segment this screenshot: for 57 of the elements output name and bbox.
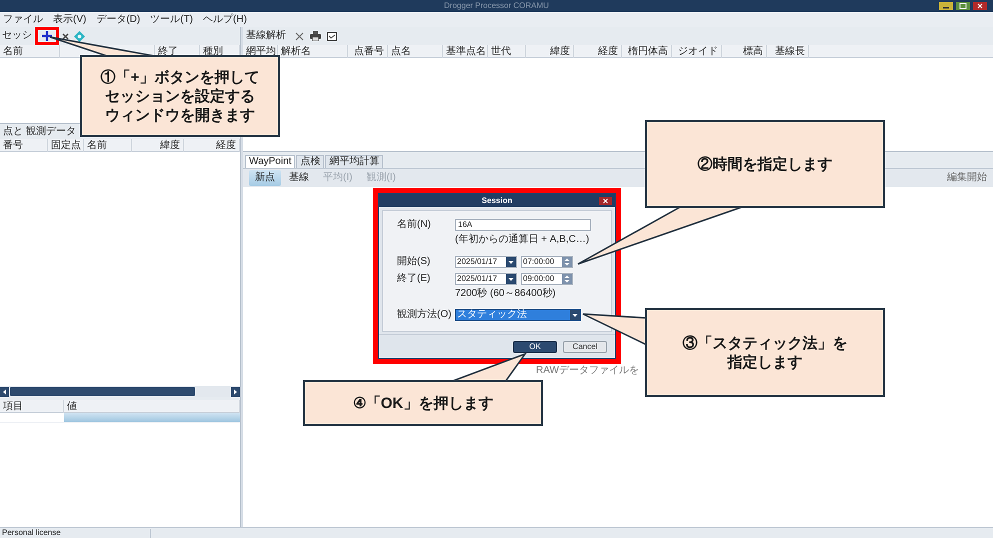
scroll-left-button[interactable] — [0, 386, 9, 396]
edit-start-button[interactable]: 編集開始 — [947, 172, 987, 184]
panel-title: 基線解析 — [246, 30, 286, 42]
field-label: 開始(S) — [397, 256, 432, 268]
callout-text: ③「スタティック法」を — [682, 334, 848, 352]
menu-item[interactable]: ファイル — [3, 14, 43, 26]
toolbar-button[interactable]: 新点 — [249, 170, 281, 186]
panel-title: 点と 観測データ — [3, 126, 76, 138]
method-select[interactable]: スタティック法 — [455, 308, 581, 320]
tab[interactable]: 網平均計算 — [325, 155, 384, 168]
dialog-title: Session — [482, 196, 512, 206]
toolbar-button[interactable]: 基線 — [283, 170, 315, 186]
callout-text: ①「+」ボタンを押して — [100, 68, 260, 86]
menu-item[interactable]: ツール(T) — [150, 14, 194, 26]
tab[interactable]: 点検 — [296, 155, 324, 168]
dropdown-icon — [506, 256, 516, 266]
plus-icon — [42, 31, 52, 41]
window-title: Drogger Processor CORAMU — [444, 1, 549, 11]
callout-text: ④「OK」を押します — [352, 394, 494, 412]
status-text: Personal license — [1, 528, 62, 538]
close-button[interactable] — [973, 2, 987, 10]
spinner-icon — [562, 274, 572, 284]
field-label: 観測方法(O) — [397, 308, 452, 320]
add-button[interactable] — [35, 27, 59, 45]
dropdown-icon — [570, 310, 580, 320]
scrollbar-thumb[interactable] — [10, 387, 195, 396]
panel-title: セッシ — [2, 30, 32, 42]
hint-text: RAWデータファイルを — [536, 365, 639, 377]
field-label: 終了(E) — [397, 272, 432, 284]
menu-item[interactable]: ヘルプ(H) — [203, 14, 247, 26]
minimize-button[interactable] — [939, 2, 953, 10]
callout-text: ②時間を指定します — [698, 154, 832, 174]
close-icon[interactable] — [62, 32, 69, 40]
field-label: 名前(N) — [397, 218, 432, 230]
callout-text: セッションを設定する — [105, 86, 255, 106]
spinner-icon — [562, 256, 572, 266]
menu-item[interactable]: データ(D) — [96, 14, 140, 26]
date-picker[interactable]: 2025/01/17 — [455, 272, 517, 284]
callout-text: ウィンドウを開きます — [105, 106, 255, 124]
cancel-button[interactable]: Cancel — [563, 340, 607, 352]
maximize-button[interactable] — [956, 2, 970, 10]
time-spinner[interactable]: 09:00:00 — [521, 272, 573, 284]
dropdown-icon — [506, 274, 516, 284]
ok-button[interactable]: OK — [513, 340, 557, 352]
time-spinner[interactable]: 07:00:00 — [521, 256, 573, 268]
callout-text: 指定します — [728, 352, 802, 372]
scroll-right-button[interactable] — [231, 386, 240, 396]
printer-icon[interactable] — [310, 31, 321, 41]
duration-text: 7200秒 (60～86400秒) — [455, 288, 556, 301]
close-button[interactable] — [599, 196, 612, 204]
field-hint: (年初からの通算日 + A,B,C…) — [455, 234, 590, 247]
name-input[interactable]: 16A — [455, 218, 591, 230]
menu-item[interactable]: 表示(V) — [53, 14, 86, 26]
date-picker[interactable]: 2025/01/17 — [455, 256, 517, 268]
tab[interactable]: WayPoint — [245, 155, 296, 168]
window-icon[interactable] — [327, 32, 337, 40]
close-icon[interactable] — [295, 32, 304, 40]
